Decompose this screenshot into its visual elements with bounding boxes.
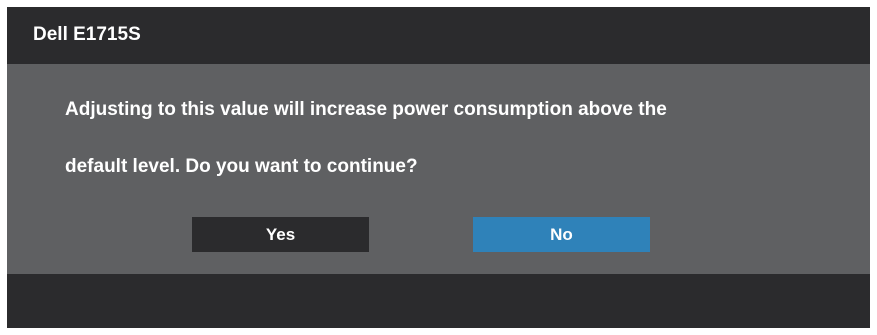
- message-line-1: Adjusting to this value will increase po…: [65, 99, 667, 120]
- no-button[interactable]: No: [473, 217, 650, 252]
- dialog-footer-bar: [7, 274, 870, 328]
- dialog-title: Dell E1715S: [33, 24, 141, 45]
- osd-confirmation-dialog: Dell E1715S Adjusting to this value will…: [7, 7, 870, 328]
- dialog-title-bar: Dell E1715S: [7, 7, 870, 64]
- dialog-body: Adjusting to this value will increase po…: [7, 64, 870, 274]
- yes-button[interactable]: Yes: [192, 217, 369, 252]
- message-line-2: default level. Do you want to continue?: [65, 156, 418, 177]
